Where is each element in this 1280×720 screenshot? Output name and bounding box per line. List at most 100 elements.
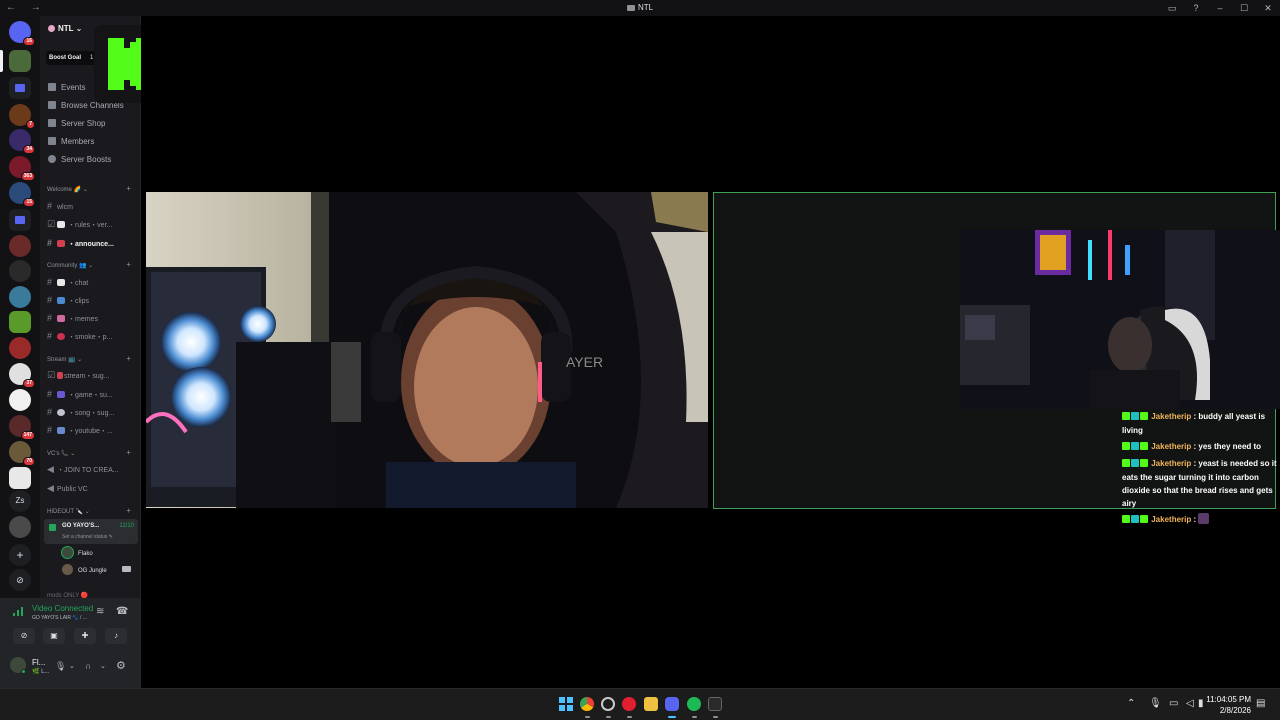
category-stream[interactable]: Stream 📺 ⌄ xyxy=(47,356,82,363)
server-icon-8[interactable] xyxy=(9,286,31,308)
events-item[interactable]: Events xyxy=(48,82,85,94)
channel-memes[interactable]: # ・memes xyxy=(47,312,137,324)
server-icon-14[interactable]: 70 xyxy=(9,441,35,466)
server-icon-text[interactable]: Zs xyxy=(9,490,31,512)
channel-stream-suggestions[interactable]: ☑ stream・sug... xyxy=(47,369,137,381)
soundboard-button[interactable]: ♪ xyxy=(105,628,127,644)
channel-public-vc[interactable]: ◀ Public VC xyxy=(47,482,137,494)
online-status-icon xyxy=(21,669,26,674)
title-bar: ← → NTL ▭ ? – ☐ ✕ xyxy=(0,0,1280,16)
server-folder-icon[interactable] xyxy=(9,77,31,99)
channel-rules[interactable]: ☑ ・rules・ver... xyxy=(47,218,137,230)
server-icon-11[interactable]: 37 xyxy=(9,363,35,388)
channel-youtube[interactable]: # ・youtube・... xyxy=(47,424,137,436)
start-menu-icon[interactable] xyxy=(559,697,573,711)
tray-overflow-icon[interactable]: ⌃ xyxy=(1127,698,1135,709)
chair-logo-text: AYER xyxy=(566,354,603,370)
app-icon[interactable] xyxy=(601,697,615,711)
server-icon-15[interactable] xyxy=(9,467,31,489)
server-icon-1[interactable] xyxy=(9,50,31,72)
server-folder-icon-2[interactable] xyxy=(9,209,31,231)
microphone-icon[interactable]: 🎙 xyxy=(55,661,66,672)
channel-smoke[interactable]: # ・smoke・p... xyxy=(47,330,137,342)
help-icon[interactable]: ? xyxy=(1184,3,1208,13)
voice-user[interactable]: OG Jungle xyxy=(62,564,131,575)
server-boosts-item[interactable]: Server Boosts xyxy=(48,154,111,166)
server-icon-2[interactable]: 7 xyxy=(9,104,35,129)
stream-feed-image xyxy=(960,230,1280,409)
battery-icon[interactable]: ▮ xyxy=(1198,698,1204,709)
channel-game-suggestions[interactable]: # ・game・su... xyxy=(47,388,137,400)
channel-wlcm[interactable]: # wlcm xyxy=(47,200,137,212)
video-connected-label[interactable]: Video Connected xyxy=(32,604,93,613)
category-hideout[interactable]: HIDEOUT 🔪 ⌄ xyxy=(47,508,90,515)
user-camera-tile[interactable]: AYER xyxy=(146,192,708,508)
server-icon-12[interactable] xyxy=(9,389,31,411)
channel-announcements[interactable]: # ・announce... xyxy=(47,237,137,249)
volume-icon[interactable]: ◁ xyxy=(1186,698,1194,709)
direct-messages-icon[interactable]: 16 xyxy=(9,21,35,46)
inbox-icon[interactable]: ▭ xyxy=(1160,3,1184,14)
settings-gear-icon[interactable]: ⚙ xyxy=(116,659,126,672)
discord-icon[interactable] xyxy=(665,697,679,711)
category-vcs[interactable]: VC's 📞 ⌄ xyxy=(47,450,75,457)
add-channel-icon[interactable]: + xyxy=(126,448,131,457)
screen-share-button[interactable]: ▣ xyxy=(43,628,65,644)
username[interactable]: Fl... xyxy=(32,658,45,667)
camera-off-button[interactable]: ⊘ xyxy=(13,628,35,644)
members-item[interactable]: Members xyxy=(48,136,94,148)
file-explorer-icon[interactable] xyxy=(644,697,658,711)
add-channel-icon[interactable]: + xyxy=(126,260,131,269)
microphone-tray-icon[interactable]: 🎙 xyxy=(1149,698,1162,709)
obs-icon[interactable] xyxy=(622,697,636,711)
maximize-button[interactable]: ☐ xyxy=(1232,3,1256,14)
noise-suppression-icon[interactable]: ≋ xyxy=(96,606,104,617)
channel-clips[interactable]: # ・clips xyxy=(47,294,137,306)
notification-icon[interactable]: ▤ xyxy=(1256,698,1265,709)
minimize-button[interactable]: – xyxy=(1208,3,1232,13)
voice-user[interactable]: Flako xyxy=(62,547,93,558)
headphones-icon[interactable]: ∩ xyxy=(85,661,91,671)
app-icon-2[interactable] xyxy=(708,697,722,711)
chevron-down-icon[interactable]: ⌄ xyxy=(100,662,106,670)
category-community[interactable]: Community 👥 ⌄ xyxy=(47,262,93,269)
stream-chat-overlay: Jaketherip : buddy all yeast is living J… xyxy=(1122,410,1278,530)
server-icon-3[interactable]: 34 xyxy=(9,129,35,154)
spotify-icon[interactable] xyxy=(687,697,701,711)
boost-icon xyxy=(48,155,56,163)
server-icon-7[interactable] xyxy=(9,260,31,282)
add-channel-icon[interactable]: + xyxy=(126,354,131,363)
active-voice-channel[interactable]: GO YAYO'S... 11/10 Set a channel status … xyxy=(44,519,138,544)
network-icon[interactable]: ▭ xyxy=(1169,698,1178,709)
chrome-icon[interactable] xyxy=(580,697,594,711)
activities-button[interactable]: ✚ xyxy=(74,628,96,644)
avatar xyxy=(62,564,73,575)
server-icon-10[interactable] xyxy=(9,337,31,359)
boost-goal-count: 1 xyxy=(90,55,94,61)
server-icon-6[interactable] xyxy=(9,235,31,257)
chat-message: Jaketherip : yes they need to xyxy=(1122,440,1278,454)
channel-chat[interactable]: # ・chat xyxy=(47,276,137,288)
server-icon-16[interactable] xyxy=(9,516,31,538)
add-channel-icon[interactable]: + xyxy=(126,506,131,515)
voice-channel-link[interactable]: GO YAYO'S LAIR 🐾 / ... xyxy=(32,615,87,621)
set-channel-status[interactable]: Set a channel status ✎ xyxy=(62,534,113,540)
server-name-header[interactable]: NTL ⌄ xyxy=(48,24,82,33)
server-icon-4[interactable]: 363 xyxy=(9,156,35,181)
server-avatar xyxy=(48,25,55,32)
chat-badges xyxy=(1122,411,1149,424)
discover-icon[interactable]: ⊘ xyxy=(9,569,31,591)
system-clock[interactable]: 11:04:05 PM 2/8/2026 xyxy=(1206,694,1251,716)
category-welcome[interactable]: Welcome 🌈 ⌄ xyxy=(47,186,88,193)
server-icon-13[interactable]: 147 xyxy=(9,415,35,440)
channel-song-suggestions[interactable]: # ・song・sug... xyxy=(47,406,137,418)
disconnect-icon[interactable]: ☎ xyxy=(116,606,128,617)
add-server-icon[interactable]: + xyxy=(9,544,31,566)
server-icon-5[interactable]: 15 xyxy=(9,182,35,207)
close-button[interactable]: ✕ xyxy=(1256,3,1280,14)
add-channel-icon[interactable]: + xyxy=(126,184,131,193)
channel-join-to-create[interactable]: ◀ ・JOIN TO CREA... xyxy=(47,463,137,475)
chevron-down-icon[interactable]: ⌄ xyxy=(69,662,75,670)
server-icon-9[interactable] xyxy=(9,311,31,333)
server-shop-item[interactable]: Server Shop xyxy=(48,118,105,130)
